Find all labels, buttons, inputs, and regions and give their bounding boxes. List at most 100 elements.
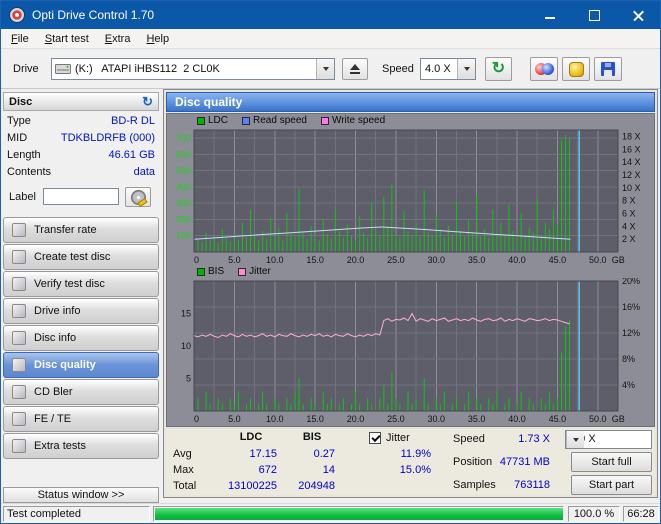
chevron-down-icon[interactable] (457, 59, 475, 79)
svg-text:0: 0 (194, 414, 199, 424)
drive-label: Drive (13, 63, 39, 75)
speed-select-value: 4.0 X (425, 63, 451, 75)
max-ldc-value: 672 (258, 464, 277, 476)
svg-text:10: 10 (181, 341, 191, 351)
svg-text:14 X: 14 X (622, 157, 641, 167)
minimize-button[interactable] (528, 1, 572, 29)
stats-panel: LDC BIS Jitter Avg 17.15 0.27 11.9% Max … (166, 429, 655, 495)
svg-text:35.0: 35.0 (468, 414, 486, 424)
svg-text:10.0: 10.0 (266, 255, 284, 265)
app-window: Opti Drive Control 1.70 File Start test … (0, 0, 661, 524)
avg-ldc-value: 17.15 (249, 448, 277, 460)
sidebar-button-label: Disc quality (34, 359, 96, 371)
elapsed-time-cell: 66:28 (623, 506, 659, 522)
svg-text:8 X: 8 X (622, 196, 636, 206)
svg-text:25.0: 25.0 (387, 414, 405, 424)
disc-quality-panel: Disc quality LDC Read speed Write speed 70… (163, 89, 658, 498)
sidebar-button-drive-info[interactable]: Drive info (3, 298, 159, 324)
svg-text:20.0: 20.0 (347, 414, 365, 424)
sidebar-button-fe-te[interactable]: FE / TE (3, 406, 159, 432)
svg-text:30.0: 30.0 (428, 255, 446, 265)
start-full-button[interactable]: Start full (571, 452, 652, 472)
svg-text:6 X: 6 X (622, 209, 636, 219)
start-part-button[interactable]: Start part (571, 475, 652, 495)
write-label-button[interactable] (125, 187, 151, 207)
donate-icon (568, 61, 584, 77)
legend-label: Jitter (249, 266, 271, 277)
svg-text:45.0: 45.0 (549, 414, 567, 424)
samples-stat-value: 763118 (514, 479, 550, 491)
legend-label: Read speed (253, 115, 307, 126)
label-input[interactable] (43, 188, 119, 205)
sidebar-button-create-test-disc[interactable]: Create test disc (3, 244, 159, 270)
speed-select[interactable]: 4.0 X (420, 58, 476, 80)
svg-text:GB: GB (612, 414, 625, 424)
refresh-disc-icon[interactable]: ↻ (142, 95, 153, 108)
label-field-label: Label (9, 191, 36, 203)
svg-text:30.0: 30.0 (428, 414, 446, 424)
sidebar-button-transfer-rate[interactable]: Transfer rate (3, 217, 159, 243)
chevron-down-icon[interactable] (566, 431, 584, 448)
legend-label: LDC (208, 115, 229, 126)
disc-label-icon (130, 189, 146, 205)
eject-button[interactable] (342, 58, 368, 80)
close-button[interactable] (616, 1, 660, 29)
legend-item: Write speed (320, 115, 386, 126)
menu-start-test[interactable]: Start test (37, 31, 97, 47)
svg-text:8%: 8% (622, 354, 635, 364)
disc-header-label: Disc (9, 95, 33, 108)
sidebar-button-disc-info[interactable]: Disc info (3, 325, 159, 351)
svg-text:12%: 12% (622, 328, 640, 338)
legend-label: Write speed (331, 115, 386, 126)
write-speed-legend-swatch (320, 116, 329, 125)
svg-text:5: 5 (186, 374, 191, 384)
svg-text:10 X: 10 X (622, 183, 641, 193)
progress-fill (155, 508, 563, 520)
legend-item: Read speed (242, 115, 307, 126)
sidebar-button-label: Extra tests (34, 440, 86, 452)
create-test-disc-icon (12, 250, 26, 264)
title-bar: Opti Drive Control 1.70 (1, 1, 660, 29)
menu-extra[interactable]: Extra (97, 31, 139, 47)
sidebar-button-extra-tests[interactable]: Extra tests (3, 433, 159, 459)
status-bar: Test completed 100.0 % 66:28 (1, 503, 660, 523)
status-window-button[interactable]: Status window >> (3, 487, 159, 503)
sidebar-button-disc-quality[interactable]: Disc quality (3, 352, 159, 378)
save-button[interactable] (594, 57, 622, 81)
svg-text:20.0: 20.0 (347, 255, 365, 265)
quality-speed-select[interactable]: 4.0 X (565, 430, 652, 449)
speed-label: Speed (382, 63, 414, 75)
jitter-legend-swatch (238, 267, 247, 276)
donate-button[interactable] (562, 57, 590, 81)
jitter-checkbox-label: Jitter (386, 432, 410, 444)
close-icon (632, 9, 645, 22)
top-chart-legend: LDC Read speed Write speed (167, 114, 654, 127)
refresh-speed-button[interactable]: ↻ (485, 57, 512, 81)
app-icon (9, 7, 25, 23)
drive-select[interactable]: (K:) ATAPI iHBS112 2 CL0K (51, 58, 335, 80)
jitter-checkbox[interactable] (369, 432, 381, 444)
cd-bler-icon (12, 385, 26, 399)
menu-file[interactable]: File (3, 31, 37, 47)
svg-text:5.0: 5.0 (228, 414, 241, 424)
ldc-read-speed-chart: 700 600 500 400 300 200 100 18 X 16 X 14 X 12 X 10 … (176, 129, 641, 265)
svg-text:500: 500 (176, 166, 191, 176)
compare-discs-button[interactable] (530, 57, 558, 81)
sidebar-button-verify-test-disc[interactable]: Verify test disc (3, 271, 159, 297)
avg-row-label: Avg (173, 448, 192, 460)
svg-text:5.0: 5.0 (228, 255, 241, 265)
svg-text:300: 300 (176, 198, 191, 208)
ldc-legend-swatch (197, 116, 205, 125)
dual-disc-icon (534, 62, 554, 76)
svg-text:100: 100 (176, 231, 191, 241)
maximize-button[interactable] (572, 1, 616, 29)
disc-info-row: Length 46.61 GB (7, 149, 155, 164)
menu-help[interactable]: Help (138, 31, 177, 47)
disc-info-row: Type BD-R DL (7, 115, 155, 130)
svg-text:400: 400 (176, 182, 191, 192)
chevron-down-icon[interactable] (316, 59, 334, 79)
sidebar-button-label: Transfer rate (34, 224, 97, 236)
svg-text:600: 600 (176, 149, 191, 159)
sidebar-button-cd-bler[interactable]: CD Bler (3, 379, 159, 405)
progress-percent: 100.0 % (573, 508, 615, 520)
